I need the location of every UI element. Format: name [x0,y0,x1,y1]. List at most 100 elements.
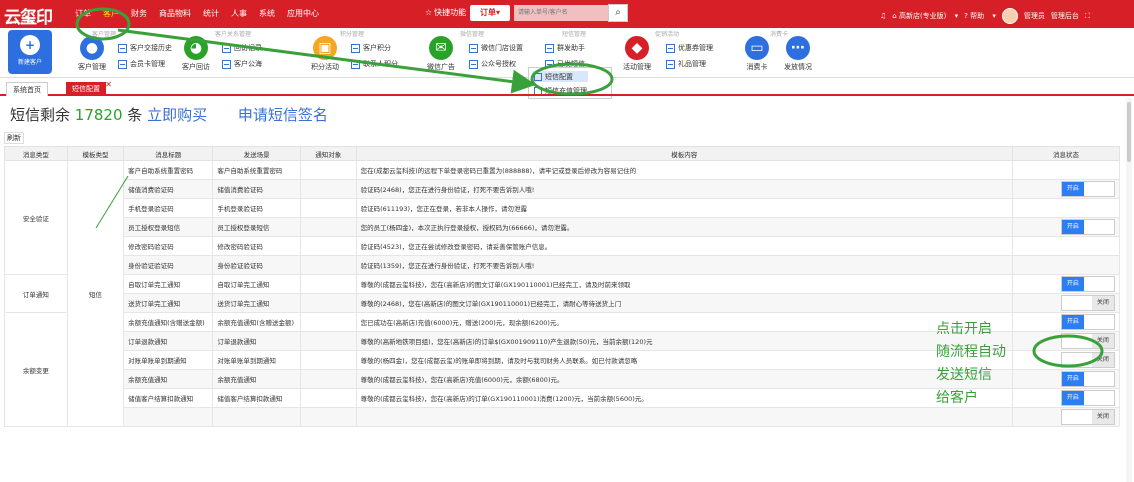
doc-icon [222,43,231,53]
buy-now-link[interactable]: 立即购买 [147,106,207,124]
tab-sms-config[interactable]: 短信配置 ✕ [66,80,112,96]
avatar[interactable] [1001,8,1018,24]
ribbon-big-button[interactable]: ◆ 活动管理 [617,36,657,72]
search-icon: ⌕ [615,7,621,18]
new-customer-button[interactable]: + 新建客户 [8,30,52,74]
message-status-cell: 开启 [1011,312,1121,332]
nav-item[interactable]: 统计 [203,8,219,19]
ribbon-group-title: 短信管理 [562,31,587,38]
nav-item[interactable]: 客户 [103,8,119,19]
ribbon-small-button[interactable]: 回访记录 [222,43,262,53]
ribbon-small-button[interactable]: 优惠券管理 [666,43,713,53]
ribbon-big-button[interactable]: ✉ 微信广告 [421,36,461,72]
table-row: 身份验证验证码 身份验证验证码 验证码(1359)，您正在进行身份验证，打死不要告诉… [5,255,1121,275]
status-toggle[interactable]: 开启 [1060,181,1115,197]
quick-functions[interactable]: ☆ 快捷功能 [425,7,466,18]
doc-icon [469,43,478,53]
template-content-cell: 尊敬的(杨四金)，您在(成都云玺)的账单即将到期，请及时与我司财务人员联系。如已… [355,350,1013,370]
bell-icon[interactable]: ♫ [880,12,886,20]
tab-home[interactable]: 系统首页 [6,82,48,96]
ribbon-small-button[interactable]: 联系人积分 [351,59,398,69]
user-name[interactable]: 管理员 [1024,11,1045,21]
status-toggle[interactable]: 开启 [1060,390,1115,406]
nav-item[interactable]: 财务 [131,8,147,19]
fullscreen-icon[interactable]: ⛶ [1085,12,1090,21]
status-toggle[interactable]: 开启 [1060,371,1115,387]
doc-icon [469,59,478,69]
ribbon-big-button[interactable]: ◕ 客户回访 [176,36,216,72]
ribbon-small-button[interactable]: 会员卡管理 [118,59,165,69]
column-header: 模板内容 [355,146,1013,161]
message-title-cell: 修改密码验证码 [123,236,214,256]
send-scene-cell: 修改密码验证码 [212,236,301,256]
table-row: 员工授权登录短信 员工授权登录短信 您的员工(杨四金)，本次正执行登录授权，授权码为… [5,217,1121,237]
nav-item[interactable]: 商品物料 [159,8,191,19]
send-scene-cell: 送货订单完工通知 [212,293,301,313]
message-title-cell: 对账单账单到期通知 [123,350,214,370]
refresh-button[interactable]: 刷新 [4,132,24,144]
send-scene-cell [212,407,301,427]
ribbon-icon: ◆ [625,36,649,60]
help-link[interactable]: ? 帮助 ▾ [964,11,996,21]
ribbon-icon: ⋯ [786,36,810,60]
status-toggle[interactable]: 开启 [1060,314,1115,330]
search-button[interactable]: ⌕ [608,4,628,22]
close-icon[interactable]: ✕ [105,78,112,92]
apply-signature-link[interactable]: 申请短信签名 [238,106,328,124]
main-nav: 订单 客户 财务 商品物料 统计 人事 系统 应用中心 [75,8,331,19]
sms-remaining-count: 17820 [74,106,123,124]
message-title-cell: 储值消费验证码 [123,179,214,199]
status-toggle[interactable]: 关闭 [1060,352,1115,368]
annotation-line: 点击开启 [936,321,992,337]
search-input[interactable] [514,5,608,21]
nav-item[interactable]: 应用中心 [287,8,319,19]
table-row: 手机登录验证码 手机登录验证码 验证码(611193)，您正在登录，若非本人操作，请… [5,198,1121,218]
ribbon-small-button[interactable]: 微信门店设置 [469,43,523,53]
ribbon-small-button[interactable]: 公众号授权 [469,59,516,69]
message-status-cell: 开启 [1011,179,1121,199]
page-scrollbar[interactable] [1126,98,1132,482]
admin-link[interactable]: 管理后台 [1051,11,1079,21]
order-type-select[interactable]: 订单▾ [470,5,510,21]
template-content-cell: 验证码(611193)，您正在登录，若非本人操作，请勿泄露 [355,198,1013,218]
message-status-cell [1011,255,1121,275]
template-content-cell: 您已成功在(高新店)充值(6000)元，赠送(200)元，现余额(6200)元。 [355,312,1013,332]
message-type-cell: 安全验证 [4,160,68,275]
template-content-cell: 验证码(1359)，您正在进行身份验证，打死不要告诉别人哦! [355,255,1013,275]
message-title-cell: 自取订单完工通知 [123,274,214,294]
nav-item[interactable]: 人事 [231,8,247,19]
status-toggle[interactable]: 关闭 [1060,409,1115,425]
ribbon-small-button[interactable]: 客户公海 [222,59,262,69]
status-toggle[interactable]: 开启 [1060,219,1115,235]
top-right-tools: ♫ ⌂ 高新店(专业版) ▾ ? 帮助 ▾ 管理员 管理后台 ⛶ [880,8,1096,24]
send-scene-cell: 储值消费验证码 [212,179,301,199]
ribbon-big-button[interactable]: ⋯ 发放情况 [778,36,818,72]
status-toggle[interactable]: 开启 [1060,276,1115,292]
ribbon-big-button[interactable]: ▭ 消费卡 [737,36,777,72]
ribbon-small-button[interactable]: 礼品管理 [666,59,706,69]
table-row: 订单通知 自取订单完工通知 自取订单完工通知 尊敬的(成都云玺科技)，您在(高新店)的… [4,274,1121,313]
toggle-off-label: 关闭 [1091,410,1114,424]
ribbon-icon: ▣ [313,36,337,60]
store-switch[interactable]: ⌂ 高新店(专业版) ▾ [892,11,958,21]
column-header: 发送场景 [212,146,301,161]
notify-target-cell [299,274,357,294]
toggle-off-label [1091,277,1114,291]
send-scene-cell: 员工授权登录短信 [212,217,301,237]
status-toggle[interactable]: 关闭 [1060,333,1115,349]
send-scene-cell: 余额充值通知 [212,369,301,389]
template-content-cell: 您的员工(杨四金)，本次正执行登录授权，授权码为(66666)，请勿泄露。 [355,217,1013,237]
message-title-cell [123,407,214,427]
scroll-thumb[interactable] [1127,102,1131,162]
toggle-off-label [1091,315,1114,329]
notify-target-cell [299,179,357,199]
ribbon-small-button[interactable]: 客户积分 [351,43,391,53]
message-status-cell: 开启 [1011,388,1121,408]
ribbon-big-button[interactable]: ● 客户管理 [72,36,112,72]
status-toggle[interactable]: 关闭 [1060,295,1115,311]
nav-item[interactable]: 系统 [259,8,275,19]
ribbon-big-button[interactable]: ▣ 积分活动 [305,36,345,72]
nav-item[interactable]: 订单 [75,8,91,19]
ribbon-small-button[interactable]: 群发助手 [545,43,585,53]
ribbon-small-button[interactable]: 客户交接历史 [118,43,172,53]
